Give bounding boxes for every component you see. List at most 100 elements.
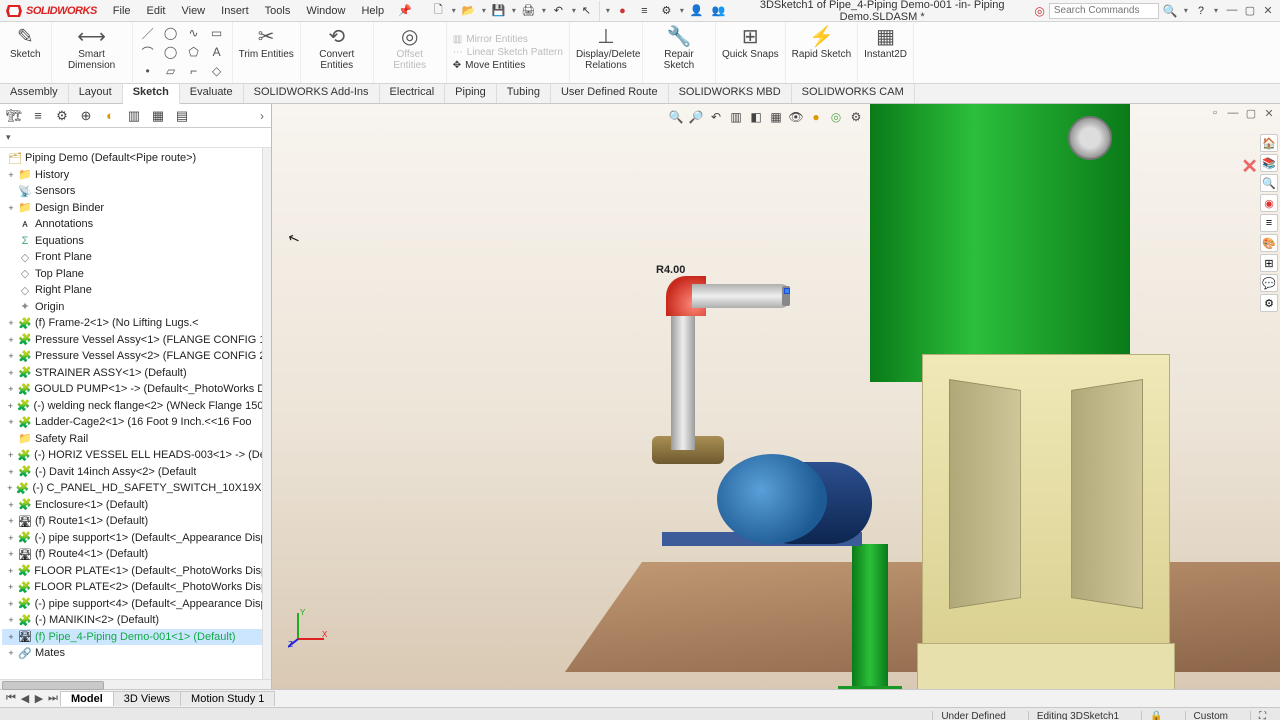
fm-tab-disp-icon[interactable]: ◐ bbox=[98, 106, 122, 126]
tab-evaluate[interactable]: Evaluate bbox=[180, 84, 244, 103]
print-icon[interactable]: 🖨 bbox=[518, 1, 540, 21]
status-maximize-icon[interactable]: ⛶ bbox=[1250, 711, 1274, 720]
tree-row[interactable]: ᴀAnnotations bbox=[2, 216, 271, 233]
arc-icon[interactable]: ⌒ bbox=[137, 43, 159, 61]
help-dd[interactable]: ▾ bbox=[1212, 6, 1220, 15]
tree-row[interactable]: +🧩FLOOR PLATE<2> (Default<_PhotoWorks Di… bbox=[2, 579, 271, 596]
tab-udr[interactable]: User Defined Route bbox=[551, 84, 669, 103]
menu-file[interactable]: File bbox=[105, 5, 139, 17]
ellipse-icon[interactable]: ◯ bbox=[160, 43, 182, 61]
fillet-icon[interactable]: ⌐ bbox=[183, 62, 205, 80]
tab-prev-icon[interactable]: ◀ bbox=[18, 692, 32, 705]
expand-icon[interactable]: + bbox=[6, 401, 15, 411]
expand-icon[interactable]: + bbox=[6, 318, 16, 328]
tab-piping[interactable]: Piping bbox=[445, 84, 497, 103]
tree-row[interactable]: +🧩FLOOR PLATE<1> (Default<_PhotoWorks Di… bbox=[2, 563, 271, 580]
select-icon[interactable]: ↖ bbox=[578, 1, 600, 21]
tree-row[interactable]: +🔗Mates bbox=[2, 645, 271, 662]
fm-tab-6-icon[interactable]: ▥ bbox=[122, 106, 146, 126]
expand-icon[interactable]: + bbox=[6, 648, 16, 658]
expand-icon[interactable]: + bbox=[6, 467, 16, 477]
tree-row[interactable]: +📁Design Binder bbox=[2, 200, 271, 217]
tab-next-icon[interactable]: ▶ bbox=[32, 692, 46, 705]
tree-row[interactable]: +🧩Pressure Vessel Assy<1> (FLANGE CONFIG… bbox=[2, 332, 271, 349]
tree-row[interactable]: +🧩(-) MANIKIN<2> (Default) bbox=[2, 612, 271, 629]
tree-row[interactable]: ◇Right Plane bbox=[2, 282, 271, 299]
tab-first-icon[interactable]: ⏮ bbox=[4, 692, 18, 705]
new-icon[interactable]: 🗋 bbox=[428, 1, 450, 21]
expand-icon[interactable]: + bbox=[6, 615, 16, 625]
tree-row[interactable]: +🧩(-) pipe support<1> (Default<_Appearan… bbox=[2, 530, 271, 547]
tab-addins[interactable]: SOLIDWORKS Add-Ins bbox=[244, 84, 380, 103]
rect-icon[interactable]: ▭ bbox=[206, 24, 228, 42]
search-dd[interactable]: ▾ bbox=[1182, 6, 1190, 15]
tab-electrical[interactable]: Electrical bbox=[380, 84, 446, 103]
close-icon[interactable]: ✕ bbox=[1260, 4, 1276, 17]
menu-window[interactable]: Window bbox=[298, 5, 353, 17]
expand-icon[interactable]: + bbox=[6, 450, 15, 460]
help-icon[interactable]: ? bbox=[1194, 5, 1208, 17]
tree-row[interactable]: +🧩Ladder-Cage2<1> (16 Foot 9 Inch.<<16 F… bbox=[2, 414, 271, 431]
expand-icon[interactable]: + bbox=[6, 417, 16, 427]
tree-row[interactable]: +📁History bbox=[2, 167, 271, 184]
tab-last-icon[interactable]: ⏭ bbox=[46, 692, 60, 705]
expand-icon[interactable]: + bbox=[6, 368, 16, 378]
plane-icon[interactable]: ◇ bbox=[206, 62, 228, 80]
new-dd[interactable]: ▾ bbox=[450, 6, 458, 15]
tab-assembly[interactable]: Assembly bbox=[0, 84, 69, 103]
tree-row[interactable]: +🧩STRAINER ASSY<1> (Default) bbox=[2, 365, 271, 382]
cmd-move[interactable]: ✥Move Entities bbox=[453, 60, 563, 71]
tab-mbd[interactable]: SOLIDWORKS MBD bbox=[669, 84, 792, 103]
expand-icon[interactable]: + bbox=[6, 351, 16, 361]
print-dd[interactable]: ▾ bbox=[540, 6, 548, 15]
expand-icon[interactable]: + bbox=[6, 384, 16, 394]
point-icon[interactable]: • bbox=[137, 62, 159, 80]
tree-row[interactable]: +🧩Pressure Vessel Assy<2> (FLANGE CONFIG… bbox=[2, 348, 271, 365]
tree-row[interactable]: +🧩(-) C_PANEL_HD_SAFETY_SWITCH_10X19X7<1… bbox=[2, 480, 271, 497]
slot-icon[interactable]: ▱ bbox=[160, 62, 182, 80]
fm-tab-8-icon[interactable]: ▤ bbox=[170, 106, 194, 126]
expand-icon[interactable]: + bbox=[6, 170, 16, 180]
rebuild-icon[interactable]: ● bbox=[612, 1, 634, 21]
expand-icon[interactable]: + bbox=[6, 483, 14, 493]
maximize-icon[interactable]: ▢ bbox=[1242, 4, 1258, 17]
tree-row[interactable]: +🧩(-) HORIZ VESSEL ELL HEADS-003<1> -> (… bbox=[2, 447, 271, 464]
tree-horizontal-scrollbar[interactable] bbox=[0, 679, 271, 689]
view-triad[interactable]: Y X Z bbox=[288, 607, 330, 649]
tree-row[interactable]: ΣEquations bbox=[2, 233, 271, 250]
expand-icon[interactable]: + bbox=[6, 599, 16, 609]
fm-tab-dim-icon[interactable]: ⊕ bbox=[74, 106, 98, 126]
circle-icon[interactable]: ◯ bbox=[160, 24, 182, 42]
select-dd[interactable]: ▾ bbox=[604, 6, 612, 15]
tab-tubing[interactable]: Tubing bbox=[497, 84, 551, 103]
dimension-r4[interactable]: R4.00 bbox=[656, 264, 685, 276]
feature-tree[interactable]: 🗂 Piping Demo (Default<Pipe route>) +📁Hi… bbox=[0, 148, 271, 679]
options-icon[interactable]: ⚙ bbox=[656, 1, 678, 21]
undo-icon[interactable]: ↶ bbox=[548, 1, 570, 21]
search-target-icon[interactable]: ◎ bbox=[1034, 4, 1044, 18]
view-tab-model[interactable]: Model bbox=[60, 691, 114, 706]
cmd-smart-dimension[interactable]: ⟷ Smart Dimension bbox=[52, 22, 133, 83]
tab-sketch[interactable]: Sketch bbox=[123, 84, 180, 104]
save-icon[interactable]: 💾 bbox=[488, 1, 510, 21]
menu-help[interactable]: Help bbox=[353, 5, 392, 17]
status-lock-icon[interactable]: 🔒 bbox=[1141, 711, 1170, 720]
line-icon[interactable]: ／ bbox=[137, 24, 159, 42]
pin-icon[interactable]: 📌 bbox=[392, 4, 418, 17]
tree-row[interactable]: +🧩GOULD PUMP<1> -> (Default<_PhotoWorks … bbox=[2, 381, 271, 398]
fm-expand-icon[interactable]: › bbox=[255, 106, 269, 126]
expand-icon[interactable]: + bbox=[6, 335, 16, 345]
open-icon[interactable]: 📂 bbox=[458, 1, 480, 21]
minimize-icon[interactable]: — bbox=[1224, 4, 1240, 17]
expand-icon[interactable]: + bbox=[6, 516, 16, 526]
tree-row[interactable]: +🧩(f) Frame-2<1> (No Lifting Lugs.< bbox=[2, 315, 271, 332]
fm-tab-7-icon[interactable]: ▦ bbox=[146, 106, 170, 126]
spline-icon[interactable]: ∿ bbox=[183, 24, 205, 42]
tree-row[interactable]: +🧩(-) pipe support<4> (Default<_Appearan… bbox=[2, 596, 271, 613]
open-dd[interactable]: ▾ bbox=[480, 6, 488, 15]
tree-row[interactable]: +🛣(f) Route4<1> (Default) bbox=[2, 546, 271, 563]
feature-filter[interactable]: ▾ bbox=[0, 128, 271, 148]
expand-icon[interactable]: + bbox=[6, 533, 16, 543]
menu-insert[interactable]: Insert bbox=[213, 5, 257, 17]
tab-layout[interactable]: Layout bbox=[69, 84, 123, 103]
